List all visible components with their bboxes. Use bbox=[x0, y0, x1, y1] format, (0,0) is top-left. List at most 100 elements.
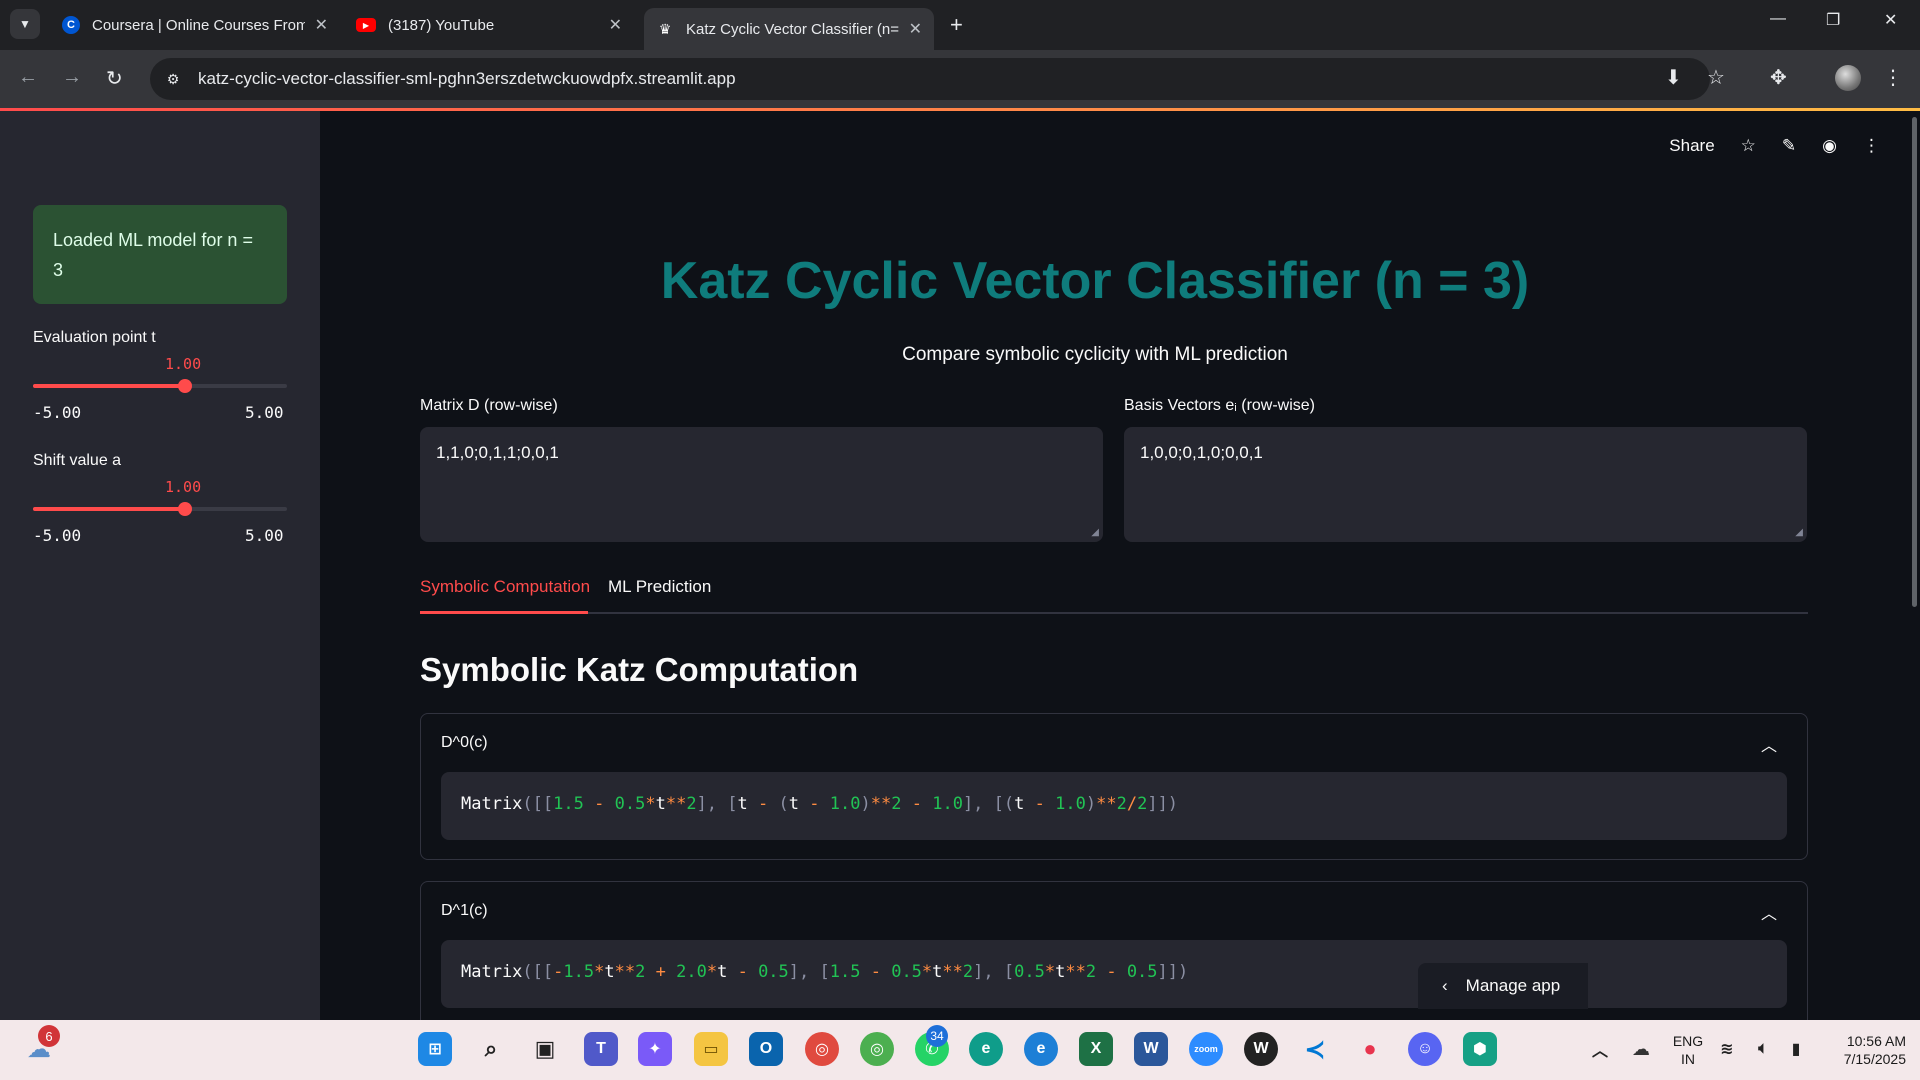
slider-t[interactable] bbox=[33, 379, 287, 393]
main-content: Share ☆ ✎ ◉ ⋮ Katz Cyclic Vector Classif… bbox=[320, 111, 1910, 1020]
github-icon[interactable]: ◉ bbox=[1822, 136, 1837, 156]
slider-value-t: 1.00 bbox=[165, 355, 202, 373]
minimize-icon[interactable]: — bbox=[1770, 10, 1786, 28]
tab-katz[interactable]: ♛ Katz Cyclic Vector Classifier (n= ✕ bbox=[644, 8, 934, 50]
file-explorer-icon[interactable]: ▭ bbox=[694, 1032, 728, 1066]
matrix-label: Matrix D (row-wise) bbox=[420, 397, 558, 414]
share-button[interactable]: Share bbox=[1669, 136, 1714, 156]
edge-dev-icon[interactable]: e bbox=[1024, 1032, 1058, 1066]
page-scrollbar[interactable] bbox=[1910, 111, 1920, 1020]
basis-label: Basis Vectors eᵢ (row-wise) bbox=[1124, 397, 1316, 414]
task-view-icon[interactable]: ▣ bbox=[528, 1032, 562, 1066]
matrix-input-value: 1,1,0;0,1,1;0,0,1 bbox=[436, 443, 559, 462]
app-icon-red[interactable]: ● bbox=[1353, 1032, 1387, 1066]
header-actions: Share ☆ ✎ ◉ ⋮ bbox=[1669, 136, 1880, 156]
chevron-up-icon[interactable]: ︿ bbox=[1761, 732, 1777, 756]
page-title: Katz Cyclic Vector Classifier (n = 3) bbox=[660, 252, 1530, 310]
tab-search-button[interactable]: ▼ bbox=[10, 9, 40, 39]
browser-menu-icon[interactable]: ⋮ bbox=[1883, 65, 1903, 90]
browser-toolbar: ← → ↻ ⚙ katz-cyclic-vector-classifier-sm… bbox=[0, 50, 1920, 108]
volume-icon[interactable]: 🔈︎ bbox=[1752, 1032, 1774, 1066]
slider-max-a: 5.00 bbox=[245, 526, 284, 545]
language-indicator[interactable]: ENG IN bbox=[1668, 1032, 1708, 1068]
forward-icon[interactable]: → bbox=[62, 66, 82, 89]
chrome-active-icon[interactable]: ◎ bbox=[860, 1032, 894, 1066]
whatsapp-badge: 34 bbox=[926, 1025, 948, 1047]
expander-d0[interactable]: D^0(c) ︿ Matrix([[1.5 - 0.5*t**2], [t - … bbox=[420, 713, 1808, 860]
resize-grip-icon[interactable]: ◢ bbox=[1091, 527, 1099, 538]
expander-title: D^0(c) bbox=[441, 734, 488, 751]
windows-start-icon[interactable]: ⊞ bbox=[418, 1032, 452, 1066]
slider-fill bbox=[33, 384, 185, 388]
slider-thumb-t[interactable] bbox=[178, 379, 192, 393]
slider-max-t: 5.00 bbox=[245, 403, 284, 422]
bookmark-star-icon[interactable]: ☆ bbox=[1707, 65, 1725, 90]
close-icon[interactable]: ✕ bbox=[909, 19, 922, 39]
star-icon[interactable]: ☆ bbox=[1741, 136, 1756, 156]
vscode-icon[interactable]: ≺ bbox=[1298, 1032, 1332, 1066]
chevron-down-icon: ▼ bbox=[19, 17, 31, 31]
security-app-icon[interactable]: ⬢ bbox=[1463, 1032, 1497, 1066]
install-app-icon[interactable]: ⬇ bbox=[1665, 65, 1682, 90]
wordpress-icon[interactable]: W bbox=[1244, 1032, 1278, 1066]
tab-symbolic-computation[interactable]: Symbolic Computation bbox=[420, 577, 590, 597]
close-window-icon[interactable]: ✕ bbox=[1884, 10, 1897, 30]
expander-d1[interactable]: D^1(c) ︿ Matrix([[-1.5*t**2 + 2.0*t - 0.… bbox=[420, 881, 1808, 1020]
lang-line1: ENG bbox=[1672, 1033, 1704, 1049]
close-icon[interactable]: ✕ bbox=[609, 15, 622, 35]
resize-grip-icon[interactable]: ◢ bbox=[1795, 527, 1803, 538]
slider-min-a: -5.00 bbox=[33, 526, 82, 545]
discord-icon[interactable]: ☺ bbox=[1408, 1032, 1442, 1066]
site-info-icon[interactable]: ⚙ bbox=[158, 64, 188, 94]
wifi-icon[interactable]: ≋ bbox=[1716, 1032, 1738, 1066]
lang-line2: IN bbox=[1681, 1051, 1695, 1067]
onedrive-icon[interactable]: ☁ bbox=[1624, 1032, 1658, 1066]
tabs-divider bbox=[420, 612, 1808, 614]
outlook-icon[interactable]: O bbox=[749, 1032, 783, 1066]
restore-icon[interactable]: ❐ bbox=[1826, 10, 1840, 30]
more-menu-icon[interactable]: ⋮ bbox=[1863, 136, 1880, 156]
edge-icon[interactable]: e bbox=[969, 1032, 1003, 1066]
clock[interactable]: 10:56 AM 7/15/2025 bbox=[1814, 1032, 1906, 1068]
matrix-input[interactable]: 1,1,0;0,1,1;0,0,1 ◢ bbox=[420, 427, 1103, 542]
zoom-icon[interactable]: zoom bbox=[1189, 1032, 1223, 1066]
back-icon[interactable]: ← bbox=[18, 66, 38, 89]
manage-app-label: Manage app bbox=[1465, 976, 1561, 995]
close-icon[interactable]: ✕ bbox=[315, 15, 328, 35]
slider-value-a: 1.00 bbox=[165, 478, 202, 496]
slider-thumb-a[interactable] bbox=[178, 502, 192, 516]
excel-icon[interactable]: X bbox=[1079, 1032, 1113, 1066]
profile-avatar[interactable] bbox=[1835, 65, 1861, 91]
word-icon[interactable]: W bbox=[1134, 1032, 1168, 1066]
url-text: katz-cyclic-vector-classifier-sml-pghn3e… bbox=[198, 69, 736, 88]
manage-app-button[interactable]: ‹ Manage app bbox=[1418, 963, 1588, 1009]
reload-icon[interactable]: ↻ bbox=[106, 66, 123, 91]
teams-icon[interactable]: T bbox=[584, 1032, 618, 1066]
tab-title: Coursera | Online Courses From bbox=[92, 16, 305, 34]
chevron-left-icon: ‹ bbox=[1442, 976, 1448, 995]
search-icon[interactable]: ⌕ bbox=[474, 1032, 508, 1066]
clock-time: 10:56 AM bbox=[1846, 1033, 1906, 1049]
basis-input[interactable]: 1,0,0;0,1,0;0,0,1 ◢ bbox=[1124, 427, 1807, 542]
model-loaded-alert: Loaded ML model for n = 3 bbox=[33, 205, 287, 304]
slider-a[interactable] bbox=[33, 502, 287, 516]
new-tab-button[interactable]: + bbox=[950, 12, 963, 38]
browser-tab-strip: ▼ C Coursera | Online Courses From ✕ ▶ (… bbox=[0, 0, 1920, 50]
address-bar[interactable]: ⚙ katz-cyclic-vector-classifier-sml-pghn… bbox=[150, 58, 1710, 100]
scrollbar-thumb[interactable] bbox=[1912, 117, 1917, 607]
copilot-icon[interactable]: ✦ bbox=[638, 1032, 672, 1066]
chevron-up-icon[interactable]: ︿ bbox=[1583, 1032, 1617, 1066]
chevron-up-icon[interactable]: ︿ bbox=[1761, 900, 1777, 924]
slider-label-t: Evaluation point t bbox=[33, 329, 156, 346]
extensions-icon[interactable]: ✥ bbox=[1770, 65, 1787, 90]
crown-icon: ♛ bbox=[658, 20, 672, 37]
chrome-icon[interactable]: ◎ bbox=[805, 1032, 839, 1066]
tab-ml-prediction[interactable]: ML Prediction bbox=[608, 577, 711, 597]
tab-youtube[interactable]: ▶ (3187) YouTube ✕ bbox=[344, 8, 634, 42]
edit-icon[interactable]: ✎ bbox=[1782, 136, 1796, 156]
slider-fill bbox=[33, 507, 185, 511]
battery-icon[interactable]: ▮ bbox=[1785, 1032, 1807, 1066]
basis-input-value: 1,0,0;0,1,0;0,0,1 bbox=[1140, 443, 1263, 462]
page-subtitle: Compare symbolic cyclicity with ML predi… bbox=[902, 344, 1288, 365]
tab-coursera[interactable]: C Coursera | Online Courses From ✕ bbox=[50, 8, 340, 42]
